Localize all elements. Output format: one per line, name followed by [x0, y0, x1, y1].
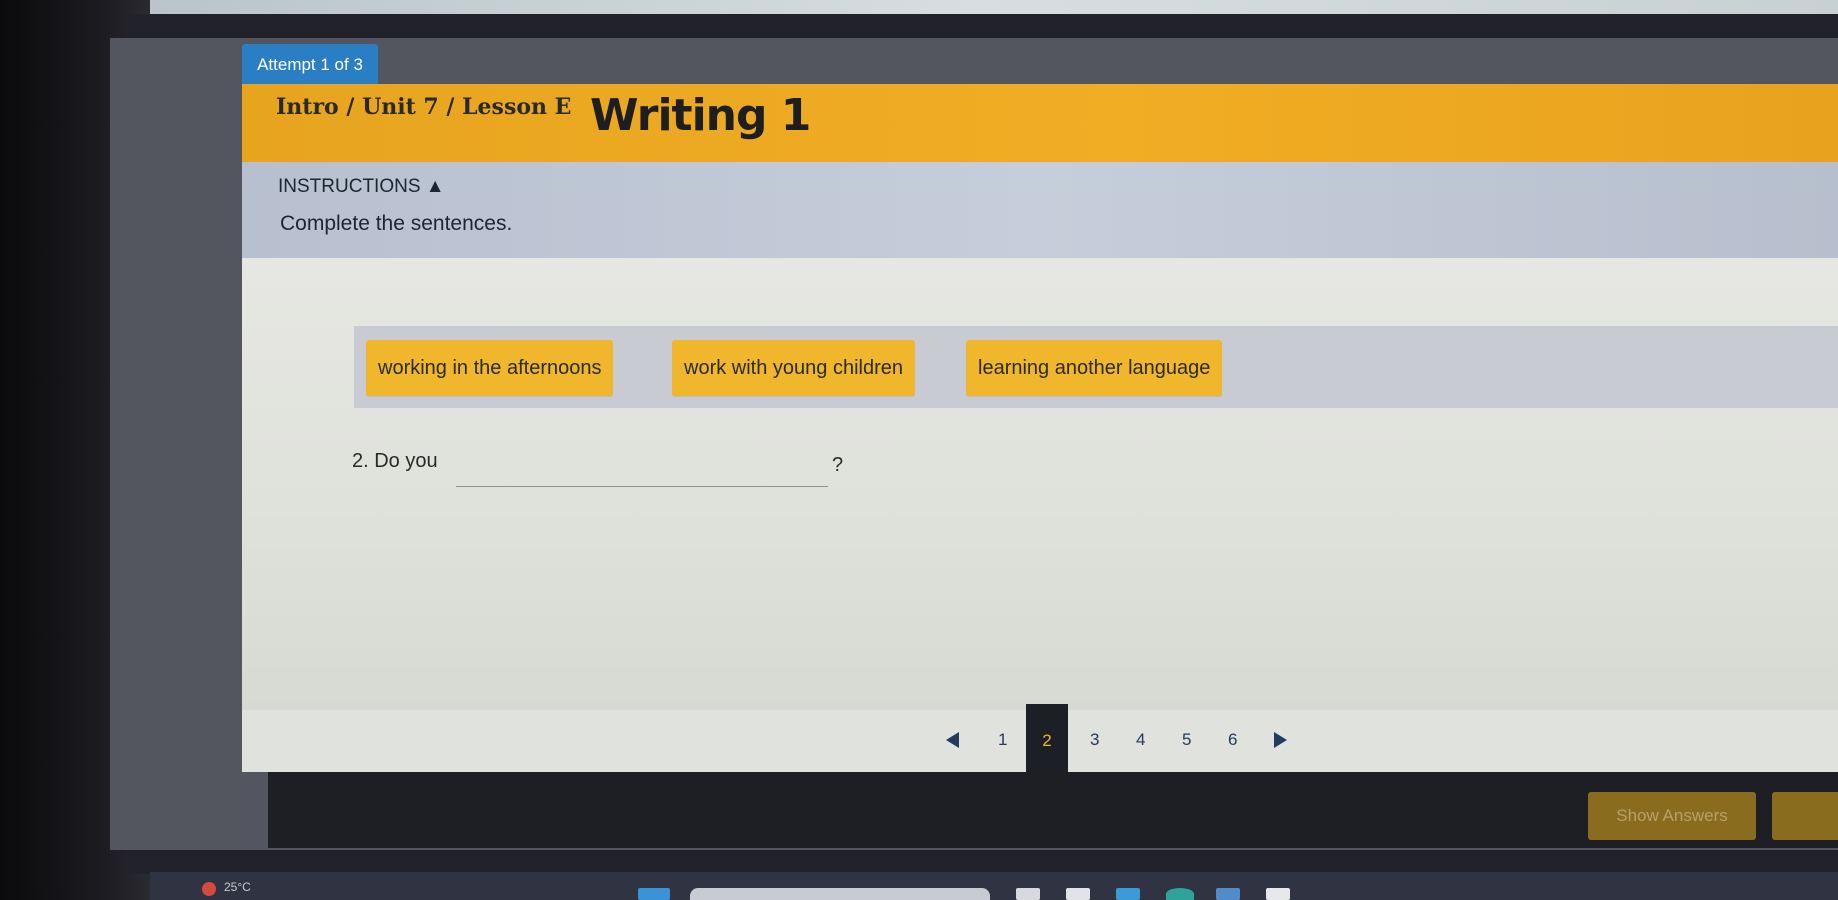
- breadcrumb: Intro / Unit 7 / Lesson E: [276, 94, 572, 120]
- instructions-toggle[interactable]: INSTRUCTIONS ▲: [278, 176, 445, 198]
- word-chip-working-afternoons[interactable]: working in the afternoons: [366, 340, 614, 396]
- prev-page-arrow-icon[interactable]: [946, 732, 959, 748]
- next-page-arrow-icon[interactable]: [1274, 732, 1287, 748]
- taskbar-app-icon-7[interactable]: [1266, 888, 1290, 900]
- taskbar-app-icon[interactable]: [638, 888, 670, 900]
- bottom-toolbar: Show Answers: [268, 772, 1838, 848]
- taskbar-search-box[interactable]: [690, 888, 990, 900]
- taskbar-app-icon-3[interactable]: [1066, 888, 1090, 900]
- pager: 1 2 3 4 5 6: [242, 704, 1838, 778]
- page-3[interactable]: 3: [1090, 730, 1099, 750]
- taskbar-app-icon-4[interactable]: [1116, 888, 1140, 900]
- taskbar-app-icon-5[interactable]: [1166, 888, 1194, 900]
- exercise-area: working in the afternoons work with youn…: [242, 258, 1838, 710]
- page-5[interactable]: 5: [1182, 730, 1191, 750]
- taskbar-app-icon-6[interactable]: [1216, 888, 1240, 900]
- instructions-text: Complete the sentences.: [280, 212, 513, 235]
- weather-temp: 25°C: [224, 880, 251, 894]
- page-6[interactable]: 6: [1228, 730, 1237, 750]
- page-1[interactable]: 1: [998, 730, 1007, 750]
- attempt-badge: Attempt 1 of 3: [242, 44, 378, 86]
- question-suffix: ?: [832, 454, 844, 476]
- page-4[interactable]: 4: [1136, 730, 1145, 750]
- question-prefix: 2. Do you: [352, 450, 438, 472]
- answer-blank[interactable]: [456, 486, 828, 487]
- monitor-glare: [110, 0, 1838, 14]
- word-chip-work-young-children[interactable]: work with young children: [672, 340, 915, 396]
- next-button-partial[interactable]: [1772, 792, 1838, 840]
- word-chip-learning-language[interactable]: learning another language: [966, 340, 1223, 396]
- taskbar-app-icon-2[interactable]: [1016, 888, 1040, 900]
- word-bank: working in the afternoons work with youn…: [354, 326, 1838, 408]
- instructions-panel: INSTRUCTIONS ▲ Complete the sentences.: [242, 162, 1838, 266]
- show-answers-button[interactable]: Show Answers: [1588, 792, 1756, 840]
- page-2-current[interactable]: 2: [1026, 704, 1068, 778]
- os-taskbar: 25°C: [150, 872, 1838, 900]
- page-title: Writing 1: [590, 90, 811, 141]
- weather-icon: [202, 882, 216, 896]
